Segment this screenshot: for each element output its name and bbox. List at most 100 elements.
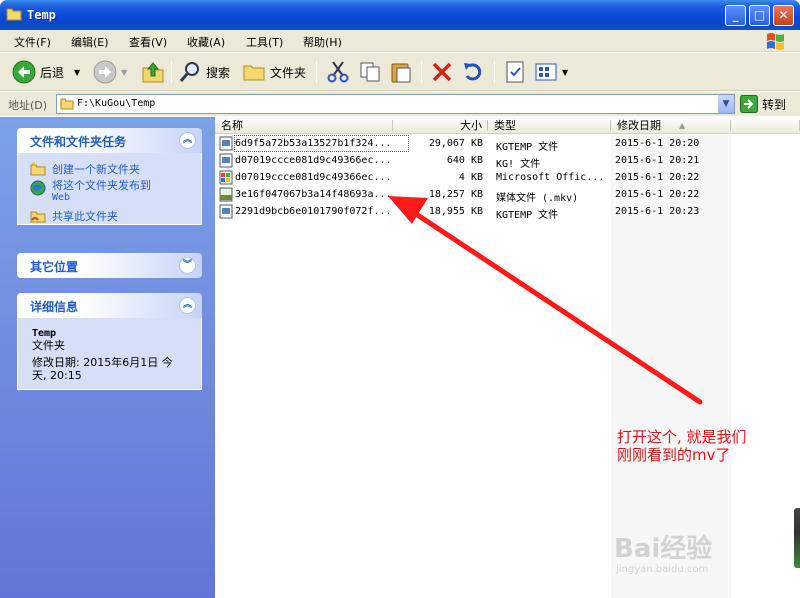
minimize-button[interactable]: _ — [725, 5, 746, 26]
task-share-folder[interactable]: 共享此文件夹 — [30, 208, 118, 224]
search-icon — [179, 62, 199, 82]
copy-button[interactable] — [358, 58, 382, 86]
file-name: 6d9f5a72b53a13527b1f324... — [235, 138, 392, 149]
share-folder-icon — [30, 211, 46, 223]
table-row[interactable]: d07019ccce081d9c49366ec... 4 KB Microsof… — [215, 169, 800, 186]
column-name-label: 名称 — [221, 119, 243, 132]
menu-favorites[interactable]: 收藏(A) — [187, 34, 225, 50]
task-new-folder[interactable]: 创建一个新文件夹 — [30, 161, 140, 177]
go-arrow-icon — [740, 95, 758, 113]
file-type: KGTEMP 文件 — [496, 210, 559, 221]
task-label-web: Web — [52, 192, 71, 203]
watermark: Bai经验 jingyan.baidu.com — [614, 518, 764, 588]
tasks-panel-header[interactable]: 文件和文件夹任务 ︽ — [17, 128, 202, 153]
scissors-icon — [327, 61, 349, 83]
search-button[interactable]: 搜索 — [178, 58, 230, 86]
forward-button[interactable]: ▼ — [93, 58, 127, 86]
expand-chevron-icon[interactable]: ︾ — [179, 257, 196, 274]
column-header-name[interactable]: 名称 — [215, 117, 393, 134]
column-header-type[interactable]: 类型 — [488, 117, 611, 134]
file-size: 29,067 KB — [428, 138, 483, 149]
column-header-empty — [731, 117, 800, 134]
generic-file-icon — [219, 136, 233, 151]
file-type: Microsoft Offic... — [496, 172, 605, 183]
go-button[interactable]: 转到 — [740, 95, 786, 113]
properties-button[interactable] — [503, 58, 527, 86]
details-modified-cont: 天, 20:15 — [32, 369, 82, 382]
file-date: 2015-6-1 20:22 — [615, 189, 700, 200]
table-row[interactable]: 2291d9bcb6e0101790f072f... 18,955 KB KGT… — [215, 203, 800, 221]
file-date: 2015-6-1 20:21 — [615, 155, 700, 166]
delete-button[interactable] — [430, 58, 454, 86]
file-type: KG! 文件 — [496, 159, 541, 170]
maximize-button[interactable]: □ — [749, 5, 770, 26]
menu-view[interactable]: 查看(V) — [129, 34, 167, 50]
task-publish-web[interactable]: 将这个文件夹发布到 Web — [30, 180, 151, 204]
file-date: 2015-6-1 20:23 — [615, 206, 700, 217]
file-name: 2291d9bcb6e0101790f072f... — [235, 206, 392, 217]
dropdown-arrow-icon[interactable]: ▼ — [121, 68, 127, 77]
generic-file-icon — [219, 153, 233, 168]
file-size: 18,955 KB — [428, 206, 483, 217]
menu-bar: 文件(F) 编辑(E) 查看(V) 收藏(A) 工具(T) 帮助(H) — [0, 30, 800, 52]
file-name: d07019ccce081d9c49366ec... — [235, 172, 392, 183]
details-type: 文件夹 — [32, 339, 65, 352]
annotation-text: 打开这个, 就是我们 刚刚看到的mv了 — [617, 428, 800, 464]
folders-button[interactable]: 文件夹 — [242, 58, 306, 86]
new-folder-icon — [30, 162, 46, 176]
address-dropdown-button[interactable]: ▼ — [717, 95, 734, 113]
back-arrow-icon — [12, 60, 36, 84]
details-panel-title: 详细信息 — [30, 300, 79, 314]
close-button[interactable]: ✕ — [773, 5, 794, 26]
mkv-file-icon — [219, 187, 233, 202]
menu-file[interactable]: 文件(F) — [14, 34, 51, 50]
column-type-label: 类型 — [494, 119, 516, 132]
task-pane: 文件和文件夹任务 ︽ 创建一个新文件夹 将这个文件夹发布到 Web 共享此文件夹… — [0, 117, 215, 598]
back-button[interactable]: 后退 ▼ — [12, 58, 80, 86]
search-label: 搜索 — [206, 65, 231, 80]
folders-label: 文件夹 — [270, 65, 307, 80]
cut-button[interactable] — [326, 58, 350, 86]
menu-edit[interactable]: 编辑(E) — [71, 34, 109, 50]
dropdown-arrow-icon[interactable]: ▼ — [74, 68, 80, 77]
folder-icon — [243, 65, 265, 81]
table-row[interactable]: d07019ccce081d9c49366ec... 640 KB KG! 文件… — [215, 152, 800, 170]
details-panel: Temp 文件夹 修改日期: 2015年6月1日 今 天, 20:15 — [17, 318, 202, 390]
folder-icon — [60, 98, 74, 110]
address-label: 地址(D) — [8, 99, 48, 112]
undo-button[interactable] — [461, 58, 485, 86]
folder-icon — [6, 8, 22, 21]
up-folder-button[interactable] — [141, 58, 165, 86]
delete-x-icon — [432, 62, 452, 82]
collapse-chevron-icon[interactable]: ︽ — [179, 132, 196, 149]
file-size: 640 KB — [446, 155, 483, 166]
annotation-line-1: 打开这个, 就是我们 — [617, 428, 747, 446]
other-places-header[interactable]: 其它位置 ︾ — [17, 253, 202, 278]
back-label: 后退 — [40, 65, 65, 80]
paste-button[interactable] — [389, 58, 413, 86]
file-size: 4 KB — [458, 172, 483, 183]
sort-ascending-icon: ▲ — [679, 121, 686, 130]
file-name: 3e16f047067b3a14f48693a... — [235, 189, 392, 200]
properties-icon — [506, 61, 524, 83]
forward-arrow-icon — [93, 60, 117, 84]
other-places-title: 其它位置 — [30, 260, 79, 274]
office-file-icon — [219, 170, 233, 185]
table-row[interactable]: 3e16f047067b3a14f48693a... 18,257 KB 媒体文… — [215, 186, 800, 204]
collapse-chevron-icon[interactable]: ︽ — [179, 297, 196, 314]
address-bar: 地址(D) F:\KuGou\Temp ▼ 转到 — [0, 92, 800, 116]
dropdown-arrow-icon[interactable]: ▼ — [562, 68, 568, 77]
column-header-size[interactable]: 大小 — [393, 117, 488, 134]
menu-help[interactable]: 帮助(H) — [303, 34, 342, 50]
views-button[interactable]: ▼ — [534, 58, 568, 86]
table-row[interactable]: 6d9f5a72b53a13527b1f324... 29,067 KB KGT… — [215, 135, 800, 153]
menu-tools[interactable]: 工具(T) — [246, 34, 283, 50]
title-bar[interactable]: Temp _ □ ✕ — [0, 0, 800, 30]
copy-icon — [360, 62, 380, 82]
details-panel-header[interactable]: 详细信息 ︽ — [17, 293, 202, 318]
file-date: 2015-6-1 20:22 — [615, 172, 700, 183]
globe-icon — [30, 180, 46, 196]
column-header-date[interactable]: 修改日期 ▲ — [611, 117, 731, 134]
address-input[interactable]: F:\KuGou\Temp ▼ — [56, 94, 735, 114]
paste-icon — [391, 63, 411, 83]
